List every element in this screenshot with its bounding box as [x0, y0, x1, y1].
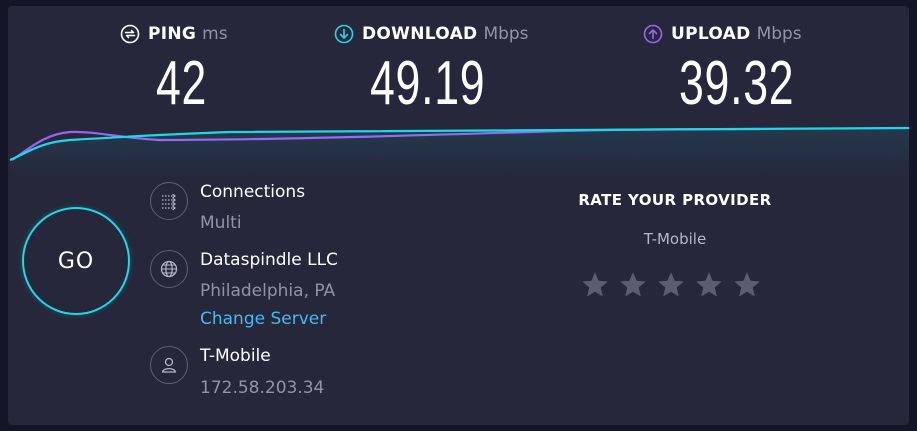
- server-icon-wrap: [150, 250, 188, 288]
- server-location: Philadelphia, PA: [200, 281, 336, 301]
- ping-value: 42: [156, 49, 208, 118]
- star-icon[interactable]: [656, 270, 686, 300]
- download-arrow-icon: [334, 24, 354, 44]
- provider-ip: 172.58.203.34: [200, 378, 325, 398]
- ping-metric: PING ms 42: [120, 22, 228, 118]
- upload-value: 39.32: [679, 49, 795, 118]
- upload-arrow-icon: [643, 24, 663, 44]
- download-unit: Mbps: [483, 24, 529, 44]
- speed-graph: [9, 126, 910, 176]
- globe-icon: [160, 260, 178, 278]
- ping-label: PING: [148, 24, 197, 44]
- ping-header: PING ms: [120, 22, 228, 46]
- download-value: 49.19: [370, 49, 486, 118]
- server-name: Dataspindle LLC: [200, 250, 338, 270]
- provider-name: T-Mobile: [200, 346, 271, 366]
- rate-provider-title: RATE YOUR PROVIDER: [578, 191, 772, 209]
- connections-icon: [162, 193, 176, 211]
- go-button[interactable]: GO: [22, 207, 130, 315]
- star-icon[interactable]: [732, 270, 762, 300]
- star-icon[interactable]: [580, 270, 610, 300]
- connections-title: Connections: [200, 182, 306, 202]
- star-icon[interactable]: [694, 270, 724, 300]
- upload-unit: Mbps: [756, 24, 802, 44]
- upload-label: UPLOAD: [671, 24, 751, 44]
- go-label: GO: [57, 248, 95, 274]
- change-server-link[interactable]: Change Server: [200, 309, 326, 329]
- user-icon: [161, 357, 177, 373]
- ping-icon: [120, 24, 140, 44]
- download-metric: DOWNLOAD Mbps 49.19: [334, 22, 529, 118]
- connections-icon-wrap: [150, 182, 188, 220]
- connections-value: Multi: [200, 213, 242, 233]
- provider-icon-wrap: [150, 346, 188, 384]
- upload-metric: UPLOAD Mbps 39.32: [643, 22, 802, 118]
- ping-unit: ms: [202, 24, 228, 44]
- rate-provider-name: T-Mobile: [643, 230, 707, 248]
- star-icon[interactable]: [618, 270, 648, 300]
- download-header: DOWNLOAD Mbps: [334, 22, 529, 46]
- download-label: DOWNLOAD: [362, 24, 478, 44]
- upload-header: UPLOAD Mbps: [643, 22, 802, 46]
- star-rating: [580, 270, 762, 300]
